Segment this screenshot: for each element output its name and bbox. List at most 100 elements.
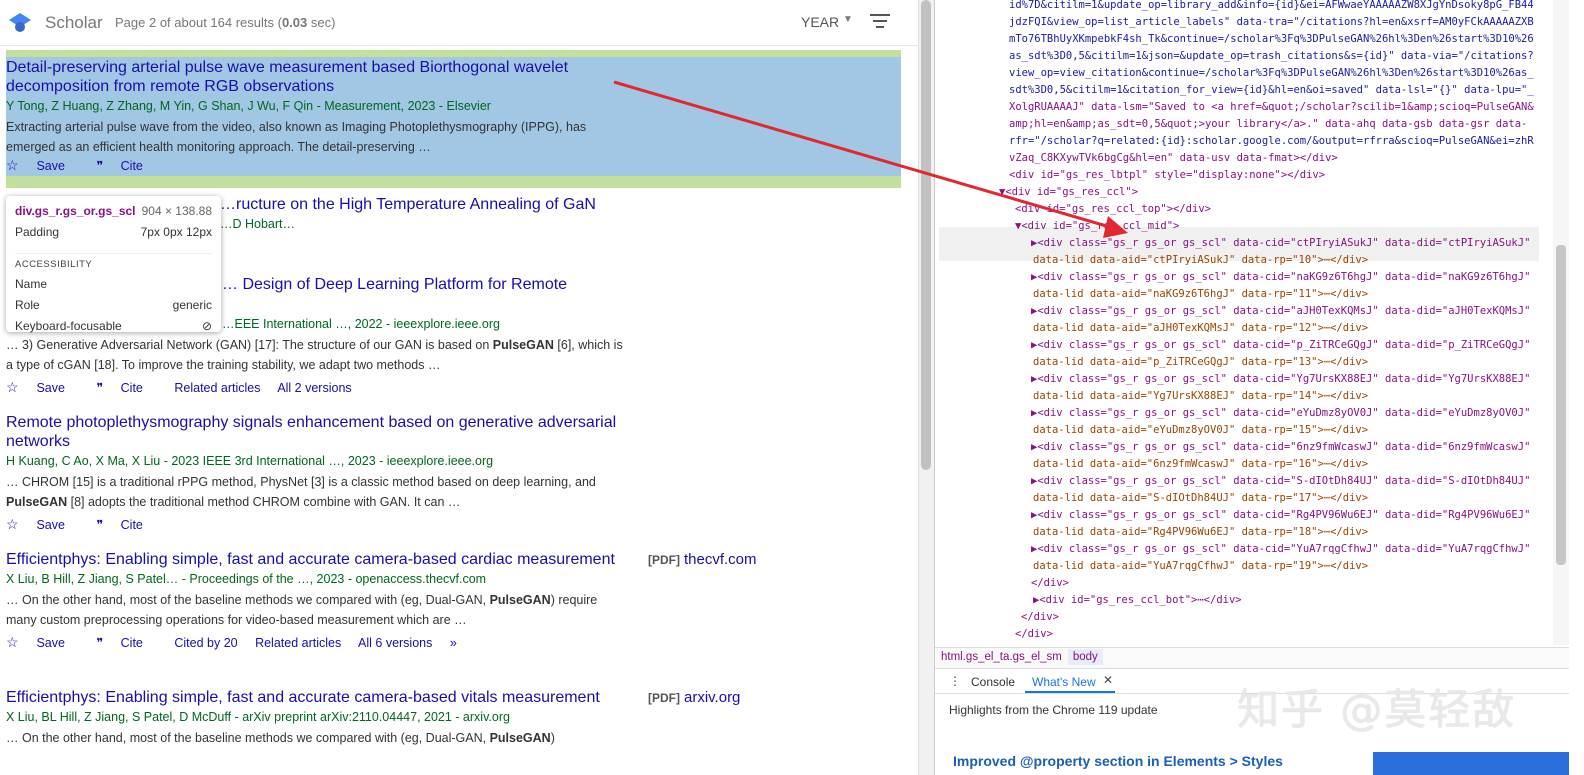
dom-line[interactable]: mTo76TBhUyXKmpebkF4sh_Tk&continue=/schol… <box>1009 31 1534 48</box>
tooltip-name-label: Name <box>15 277 48 291</box>
dom-line[interactable]: data-lid data-aid="ctPIryiASukJ" data-rp… <box>1033 252 1368 269</box>
save-button[interactable]: ☆ Save <box>6 157 79 173</box>
dom-line[interactable]: data-lid data-aid="p_ZiTRCeGQgJ" data-rp… <box>1033 354 1368 371</box>
caret-down-icon: ▼ <box>843 14 853 25</box>
dom-line[interactable]: </div> <box>1005 643 1043 645</box>
dom-line[interactable]: id%7D&citilm=1&update_op=library_add&inf… <box>1009 0 1534 14</box>
dom-line[interactable]: data-lid data-aid="eYuDmz8yOV0J" data-rp… <box>1033 422 1368 439</box>
dom-line[interactable]: ▶<div class="gs_r gs_or gs_scl" data-cid… <box>1031 303 1530 320</box>
save-button[interactable]: ☆ Save <box>6 379 79 395</box>
active-tab-indicator <box>1025 691 1115 693</box>
dom-line[interactable]: ▶<div id="gs_res_ccl_bot">⋯</div> <box>1033 592 1242 609</box>
result-meta: …D Hobart… <box>220 217 296 231</box>
dom-line[interactable]: XolgRUAAAAJ" data-lsm="Saved to <a href=… <box>1009 99 1534 116</box>
dom-line[interactable]: ▶<div class="gs_r gs_or gs_scl" data-cid… <box>1031 439 1530 456</box>
result-snippet: … On the other hand, most of the baselin… <box>6 731 555 745</box>
kebab-menu-icon[interactable]: ⋮ <box>949 674 961 688</box>
scholar-header: Scholar Page 2 of about 164 results (0.0… <box>0 0 918 46</box>
dom-line[interactable]: data-lid data-aid="naKG9z6T6hgJ" data-rp… <box>1033 286 1368 303</box>
dom-line[interactable]: </div> <box>1021 609 1059 626</box>
related-articles-link[interactable]: Related articles <box>174 381 260 395</box>
dom-line[interactable]: data-lid data-aid="S-dIOtDh84UJ" data-rp… <box>1033 490 1368 507</box>
dom-line[interactable]: vZaq_C8KXywTVk6bgCg&hl=en" data-usv data… <box>1009 150 1338 167</box>
versions-link[interactable]: All 6 versions <box>358 636 432 650</box>
result-title[interactable]: Efficientphys: Enabling simple, fast and… <box>6 550 626 569</box>
dom-line[interactable]: ▼<div id="gs_res_ccl"> <box>999 184 1138 201</box>
save-button[interactable]: ☆ Save <box>6 634 79 650</box>
dom-line[interactable]: ▶<div class="gs_r gs_or gs_scl" data-cid… <box>1031 473 1530 490</box>
dom-line[interactable]: view_op=view_citation&continue=/scholar%… <box>1009 65 1534 82</box>
year-filter-button[interactable]: YEAR <box>801 14 839 30</box>
scholar-logo-icon[interactable] <box>8 10 32 34</box>
result-title-fragment: … Design of Deep Learning Platform for R… <box>222 275 622 294</box>
related-articles-link[interactable]: Related articles <box>255 636 341 650</box>
result-snippet: … On the other hand, most of the baselin… <box>6 593 598 627</box>
dom-line[interactable]: ▼<div id="gs_res_ccl_mid"> <box>1015 218 1179 235</box>
dom-line[interactable]: data-lid data-aid="aJH0TexKQMsJ" data-rp… <box>1033 320 1368 337</box>
dom-line[interactable]: data-lid data-aid="YuA7rqgCfhwJ" data-rp… <box>1033 558 1368 575</box>
page-scrollbar-thumb[interactable] <box>921 0 931 470</box>
result-meta-fragment: …EEE International …, 2022 - ieeexplore.… <box>222 314 622 334</box>
result-meta: H Kuang, C Ao, X Ma, X Liu - 2023 IEEE 3… <box>6 454 494 468</box>
result-item: Detail-preserving arterial pulse wave me… <box>6 58 626 174</box>
result-snippet: … 3) Generative Adversarial Network (GAN… <box>6 338 623 372</box>
news-thumbnail <box>1373 752 1569 775</box>
cite-button[interactable]: ❞ Cite <box>96 159 156 173</box>
dom-line[interactable]: <div id="gs_res_lbtpl" style="display:no… <box>1009 167 1325 184</box>
breadcrumb-body[interactable]: body <box>1067 649 1103 665</box>
result-actions: ☆ Save ❞ Cite Cited by 20 Related articl… <box>6 634 626 651</box>
breadcrumb-html[interactable]: html.gs_el_ta.gs_el_sm <box>941 651 1062 663</box>
tab-whats-new[interactable]: What's New <box>1032 675 1096 689</box>
tab-console[interactable]: Console <box>971 675 1015 689</box>
pdf-link[interactable]: [PDF] thecvf.com <box>648 551 757 568</box>
result-meta: …EEE International …, 2022 - ieeexplore.… <box>222 317 500 331</box>
dom-line[interactable]: jdzFQI&view_op=list_article_labels" data… <box>1009 14 1534 31</box>
brand-name[interactable]: Scholar <box>45 13 103 33</box>
dom-line[interactable]: as_sdt%3D0,5&citilm=1&json=&update_op=tr… <box>1009 48 1534 65</box>
watermark: 知乎 @莫轻敌 <box>1237 685 1517 734</box>
result-item: Efficientphys: Enabling simple, fast and… <box>6 550 626 651</box>
quote-icon: ❞ <box>96 381 107 395</box>
dom-line[interactable]: ▶<div class="gs_r gs_or gs_scl" data-cid… <box>1031 371 1530 388</box>
result-meta: X Liu, BL Hill, Z Jiang, S Patel, D McDu… <box>6 710 510 724</box>
scholar-results-pane: Scholar Page 2 of about 164 results (0.0… <box>0 0 918 775</box>
dom-line[interactable]: data-lid data-aid="Rg4PV96Wu6EJ" data-rp… <box>1033 524 1368 541</box>
page-info: Page 2 of about 164 results (0.03 sec) <box>115 15 336 30</box>
tooltip-dimensions: 904 × 138.88 <box>141 204 212 218</box>
filter-menu-icon[interactable] <box>870 14 890 28</box>
dom-line[interactable]: ▶<div class="gs_r gs_or gs_scl" data-cid… <box>1031 235 1530 252</box>
cite-button[interactable]: ❞ Cite <box>96 518 156 532</box>
result-title[interactable]: …ructure on the High Temperature Anneali… <box>220 195 620 214</box>
inspect-tooltip: div.gs_r.gs_or.gs_scl 904 × 138.88 Paddin… <box>6 196 221 333</box>
dom-line[interactable]: amp;hl=en&amp;as_sdt=0,5&quot;>your libr… <box>1009 116 1527 133</box>
result-title[interactable]: … Design of Deep Learning Platform for R… <box>222 275 622 294</box>
more-icon[interactable]: » <box>450 636 457 650</box>
cite-button[interactable]: ❞ Cite <box>96 381 156 395</box>
dom-line[interactable]: <div id="gs_res_ccl_top"></div> <box>1015 201 1211 218</box>
dom-line[interactable]: rfr="/scholar?q=related:{id}:scholar.goo… <box>1009 133 1534 150</box>
pdf-link[interactable]: [PDF] arxiv.org <box>648 689 740 706</box>
dom-line[interactable]: ▶<div class="gs_r gs_or gs_scl" data-cid… <box>1031 541 1530 558</box>
news-title-link[interactable]: Improved @property section in Elements >… <box>953 753 1283 769</box>
dom-line[interactable]: sdt%3D0,5&citilm=1&citation_for_view={id… <box>1009 82 1534 99</box>
close-icon[interactable]: ✕ <box>1103 673 1113 687</box>
dom-line[interactable]: data-lid data-aid="6nz9fmWcaswJ" data-rp… <box>1033 456 1368 473</box>
tooltip-selector: div.gs_r.gs_or.gs_scl <box>15 204 136 218</box>
breadcrumb: html.gs_el_ta.gs_el_sm body <box>935 647 1569 669</box>
dom-line[interactable]: data-lid data-aid="Yg7UrsKX88EJ" data-rp… <box>1033 388 1368 405</box>
result-title[interactable]: Efficientphys: Enabling simple, fast and… <box>6 688 626 707</box>
dom-line[interactable]: </div> <box>1031 575 1069 592</box>
dom-line[interactable]: ▶<div class="gs_r gs_or gs_scl" data-cid… <box>1031 269 1530 286</box>
elements-scrollbar-thumb[interactable] <box>1556 245 1566 565</box>
dom-line[interactable]: ▶<div class="gs_r gs_or gs_scl" data-cid… <box>1031 337 1530 354</box>
save-button[interactable]: ☆ Save <box>6 516 79 532</box>
dom-line[interactable]: </div> <box>1015 626 1053 643</box>
dom-line[interactable]: ▶<div class="gs_r gs_or gs_scl" data-cid… <box>1031 405 1530 422</box>
result-item: … 3) Generative Adversarial Network (GAN… <box>6 334 626 396</box>
result-title[interactable]: Detail-preserving arterial pulse wave me… <box>6 58 626 96</box>
result-title[interactable]: Remote photoplethysmography signals enha… <box>6 413 626 451</box>
versions-link[interactable]: All 2 versions <box>277 381 351 395</box>
cite-button[interactable]: ❞ Cite <box>96 636 156 650</box>
dom-line[interactable]: ▶<div class="gs_r gs_or gs_scl" data-cid… <box>1031 507 1530 524</box>
cited-by-link[interactable]: Cited by 20 <box>174 636 237 650</box>
